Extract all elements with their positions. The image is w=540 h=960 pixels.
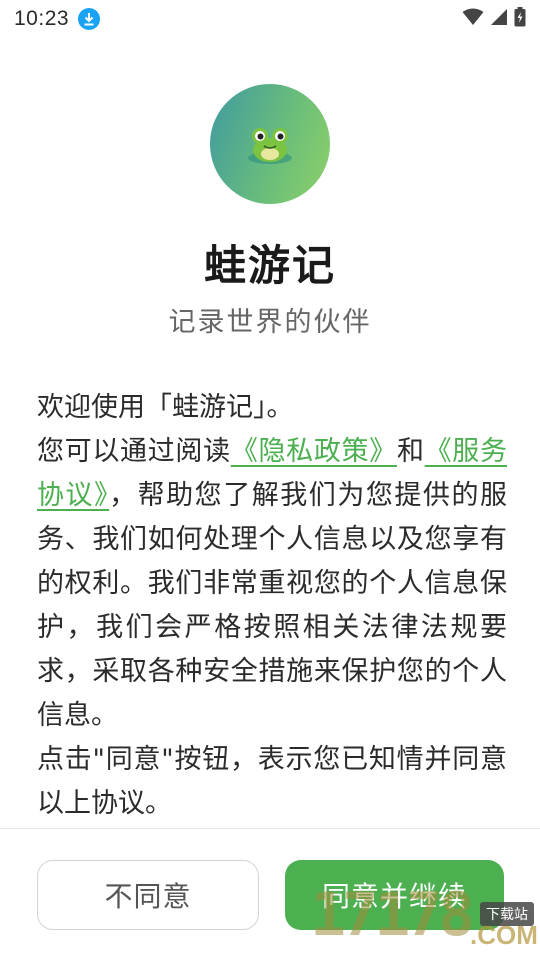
agreement-paragraph: 您可以通过阅读《隐私政策》和《服务协议》，帮助您了解我们为您提供的服务、我们如何… (37, 430, 507, 738)
agree-continue-button[interactable]: 同意并继续 (285, 860, 504, 930)
consent-text: 点击"同意"按钮，表示您已知情并同意以上协议。 (37, 744, 507, 819)
status-time: 10:23 (14, 7, 70, 30)
privacy-policy-link[interactable]: 《隐私政策》 (231, 436, 397, 467)
privacy-agreement-text: 欢迎使用「蛙游记」。 您可以通过阅读《隐私政策》和《服务协议》，帮助您了解我们为… (37, 386, 507, 826)
frog-logo-icon (210, 84, 330, 204)
signal-icon (490, 8, 508, 30)
greeting-text: 欢迎使用「蛙游记」。 (37, 392, 294, 423)
status-icons (462, 7, 526, 31)
battery-icon (514, 7, 526, 31)
disagree-button[interactable]: 不同意 (37, 860, 259, 930)
intro-text: 您可以通过阅读 (37, 436, 231, 467)
download-icon (78, 8, 101, 30)
body-text: ，帮助您了解我们为您提供的服务、我们如何处理个人信息以及您享有的权利。我们非常重… (37, 480, 507, 731)
app-tagline: 记录世界的伙伴 (168, 307, 372, 338)
and-text: 和 (396, 436, 425, 467)
app-name: 蛙游记 (203, 241, 336, 290)
divider (0, 828, 540, 829)
status-bar: 10:23 (0, 0, 540, 38)
wifi-icon (462, 8, 484, 30)
